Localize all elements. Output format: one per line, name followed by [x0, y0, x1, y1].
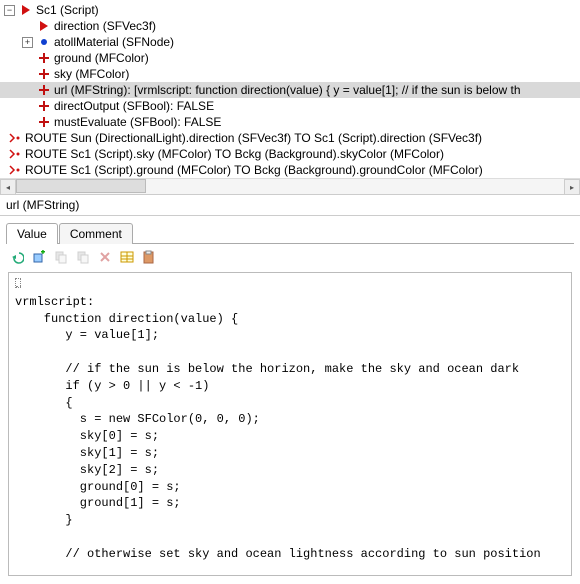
tree-label: direction (SFVec3f)	[54, 19, 156, 33]
tree-label: ROUTE Sc1 (Script).sky (MFColor) TO Bckg…	[25, 147, 444, 161]
delete-icon[interactable]	[96, 248, 114, 266]
sfbool-icon	[37, 99, 51, 113]
copy-icon[interactable]	[52, 248, 70, 266]
expander-minus-icon[interactable]: −	[4, 5, 15, 16]
script-editor[interactable]: vrmlscript: function direction(value) { …	[8, 272, 572, 576]
tree[interactable]: − Sc1 (Script) direction (SFVec3f) + ato…	[0, 0, 580, 180]
scroll-right-button[interactable]: ▸	[564, 179, 580, 195]
mfcolor-icon	[37, 51, 51, 65]
table-icon[interactable]	[118, 248, 136, 266]
sfbool-icon	[37, 115, 51, 129]
tab-comment[interactable]: Comment	[59, 223, 133, 244]
route-icon	[8, 131, 22, 145]
tree-node-root[interactable]: − Sc1 (Script)	[0, 2, 580, 18]
add-icon[interactable]	[30, 248, 48, 266]
tree-label: directOutput (SFBool): FALSE	[54, 99, 214, 113]
mfcolor-icon	[37, 67, 51, 81]
tree-label: url (MFString): [vrmlscript: function di…	[54, 83, 521, 97]
undo-icon[interactable]	[8, 248, 26, 266]
tree-label: ROUTE Sc1 (Script).ground (MFColor) TO B…	[25, 163, 483, 177]
tree-node-route[interactable]: ROUTE Sun (DirectionalLight).direction (…	[0, 130, 580, 146]
mfstring-icon	[37, 83, 51, 97]
scroll-thumb[interactable]	[16, 179, 146, 193]
tree-label: sky (MFColor)	[54, 67, 129, 81]
scroll-left-button[interactable]: ◂	[0, 179, 16, 195]
tree-node-direction[interactable]: direction (SFVec3f)	[0, 18, 580, 34]
field-icon	[37, 19, 51, 33]
tree-label: atollMaterial (SFNode)	[54, 35, 174, 49]
tree-node-route[interactable]: ROUTE Sc1 (Script).sky (MFColor) TO Bckg…	[0, 146, 580, 162]
expander-plus-icon[interactable]: +	[22, 37, 33, 48]
tab-bar: Value Comment	[0, 216, 580, 243]
tree-label: ground (MFColor)	[54, 51, 149, 65]
tree-node-route[interactable]: ROUTE Sc1 (Script).ground (MFColor) TO B…	[0, 162, 580, 178]
tree-label: Sc1 (Script)	[36, 3, 99, 17]
tree-node-atollmaterial[interactable]: + atollMaterial (SFNode)	[0, 34, 580, 50]
route-icon	[8, 147, 22, 161]
tree-node-sky[interactable]: sky (MFColor)	[0, 66, 580, 82]
tree-node-mustevaluate[interactable]: mustEvaluate (SFBool): FALSE	[0, 114, 580, 130]
editor-toolbar	[0, 244, 580, 270]
horizontal-scrollbar[interactable]: ◂ ▸	[0, 178, 580, 194]
field-header: url (MFString)	[0, 195, 580, 216]
scroll-track[interactable]	[16, 179, 564, 194]
copy2-icon[interactable]	[74, 248, 92, 266]
tree-label: mustEvaluate (SFBool): FALSE	[54, 115, 221, 129]
node-icon	[37, 35, 51, 49]
route-icon	[8, 163, 22, 177]
paste-icon[interactable]	[140, 248, 158, 266]
tab-value[interactable]: Value	[6, 223, 58, 244]
tree-node-url[interactable]: url (MFString): [vrmlscript: function di…	[0, 82, 580, 98]
script-icon	[19, 3, 33, 17]
editor-text: vrmlscript: function direction(value) { …	[15, 295, 541, 561]
tree-pane: − Sc1 (Script) direction (SFVec3f) + ato…	[0, 0, 580, 195]
tree-node-directoutput[interactable]: directOutput (SFBool): FALSE	[0, 98, 580, 114]
tree-node-ground[interactable]: ground (MFColor)	[0, 50, 580, 66]
tree-label: ROUTE Sun (DirectionalLight).direction (…	[25, 131, 482, 145]
caret-icon	[15, 278, 21, 288]
